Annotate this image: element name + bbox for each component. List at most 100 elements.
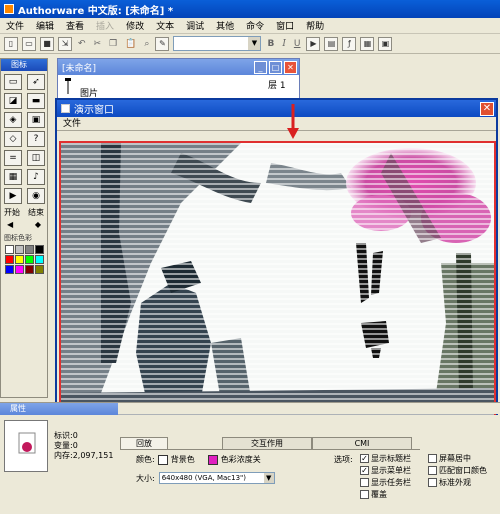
close-icon[interactable]: ✕ [284,60,297,74]
presentation-menu-file[interactable]: 文件 [63,119,81,129]
color-swatch[interactable] [25,245,34,254]
color-swatch[interactable] [35,265,44,274]
option-match-window-color[interactable]: 匹配窗口颜色 [428,465,487,476]
color-swatch[interactable] [35,245,44,254]
italic-button[interactable]: I [280,37,288,51]
tab-interaction[interactable]: 交互作用 [222,437,312,449]
knowledge-objects-icon[interactable]: ▣ [378,36,393,51]
menu-other[interactable]: 其他 [210,19,240,32]
cut-icon[interactable]: ✂ [92,37,104,51]
checkbox[interactable] [428,454,437,463]
checkbox[interactable] [360,478,369,487]
knowledge-object-icon[interactable]: ◉ [27,188,45,204]
option-center-screen[interactable]: 屏幕居中 [428,453,487,464]
checkbox[interactable] [360,490,369,499]
text-style-combo[interactable]: ▼ [173,36,262,51]
framework-icon[interactable]: ▣ [27,112,45,128]
movie-icon[interactable]: ▦ [4,169,22,185]
start-flag-icon[interactable]: ◀ [7,220,13,229]
end-flag-icon[interactable]: ◆ [35,220,41,229]
info-variables: 变量:0 [54,441,78,450]
map-icon[interactable]: ◫ [27,150,45,166]
properties-title: 属性 [0,403,118,415]
decision-icon[interactable]: ◇ [4,131,22,147]
find-icon[interactable]: ⌕ [142,37,151,51]
palette-title: 图标 [1,59,47,71]
checkbox[interactable]: ✓ [360,466,369,475]
new-file-icon[interactable]: ▯ [4,36,18,51]
open-file-icon[interactable]: ▭ [22,36,36,51]
option-show-menubar[interactable]: ✓ 显示菜单栏 [360,465,411,476]
wait-icon[interactable]: ▬ [27,93,45,109]
menu-debug[interactable]: 调试 [180,19,210,32]
color-swatch[interactable] [5,265,14,274]
copy-icon[interactable]: ❐ [107,37,119,51]
color-swatch[interactable] [25,265,34,274]
option-overlay[interactable]: 覆盖 [360,489,411,500]
menu-view[interactable]: 查看 [60,19,90,32]
sound-icon[interactable]: ♪ [27,169,45,185]
menu-text[interactable]: 文本 [150,19,180,32]
undo-icon[interactable]: ↶ [76,37,88,51]
background-color-chip[interactable] [157,454,168,465]
display-icon[interactable]: ▭ [4,74,22,90]
option-show-titlebar[interactable]: ✓ 显示标题栏 [360,453,411,464]
restart-icon[interactable]: ▶ [306,36,321,51]
erase-icon[interactable]: ◪ [4,93,22,109]
option-standard-appearance[interactable]: 标准外观 [428,477,487,488]
chroma-color-chip[interactable] [207,454,218,465]
checkbox[interactable] [428,478,437,487]
color-swatch[interactable] [15,265,24,274]
arrow-annotation-icon [287,104,299,139]
menu-insert[interactable]: 插入 [90,19,120,32]
presentation-stage[interactable] [59,141,496,426]
maximize-icon[interactable]: □ [269,60,282,74]
save-icon[interactable]: ■ [40,36,54,51]
navigate-icon[interactable]: ◈ [4,112,22,128]
layer-label: 层 1 [268,81,286,91]
menu-window[interactable]: 窗口 [270,19,300,32]
option-label: 标准外观 [439,478,471,487]
checkbox[interactable]: ✓ [360,454,369,463]
color-swatch[interactable] [5,255,14,264]
menu-modify[interactable]: 修改 [120,19,150,32]
file-preview [4,420,48,472]
color-swatch[interactable] [5,245,14,254]
size-select[interactable]: 640x480 (VGA, Mac13") ▼ [158,472,275,484]
motion-icon[interactable]: ➶ [27,74,45,90]
interaction-icon[interactable]: ? [27,131,45,147]
bold-button[interactable]: B [265,37,276,51]
menu-edit[interactable]: 编辑 [30,19,60,32]
underline-button[interactable]: U [292,37,303,51]
video-icon[interactable]: ▶ [4,188,22,204]
calculation-icon[interactable]: = [4,150,22,166]
menu-file[interactable]: 文件 [0,19,30,32]
background-color-label: 背景色 [170,455,195,464]
options-right: 屏幕居中 匹配窗口颜色 标准外观 [428,453,487,488]
menu-help[interactable]: 帮助 [300,19,330,32]
control-panel-icon[interactable]: ▤ [324,36,339,51]
import-icon[interactable]: ⇲ [58,36,72,51]
menu-bar: 文件 编辑 查看 插入 修改 文本 调试 其他 命令 窗口 帮助 [0,18,500,34]
tab-cmi[interactable]: CMI [312,437,412,449]
color-swatch[interactable] [15,245,24,254]
color-swatch[interactable] [15,255,24,264]
text-style-icon[interactable]: ✎ [155,36,170,51]
close-icon[interactable]: ✕ [480,101,494,116]
variables-icon[interactable]: ▦ [360,36,375,51]
functions-icon[interactable]: ƒ [342,36,357,51]
app-title-bar: Authorware 中文版: [未命名] * [0,0,500,18]
color-swatch[interactable] [25,255,34,264]
tab-playback[interactable]: 回放 [120,437,168,449]
paste-icon[interactable]: 📋 [123,37,138,51]
option-show-taskbar[interactable]: 显示任务栏 [360,477,411,488]
icon-color-swatches [1,245,47,274]
authorware-app-icon [4,4,14,14]
color-swatch[interactable] [35,255,44,264]
menu-commands[interactable]: 命令 [240,19,270,32]
flowline-icon [65,78,71,94]
minimize-icon[interactable]: _ [254,60,267,74]
checkbox[interactable] [428,466,437,475]
start-flag-label: 开始 [4,208,20,217]
end-flag-label: 结束 [28,208,44,217]
